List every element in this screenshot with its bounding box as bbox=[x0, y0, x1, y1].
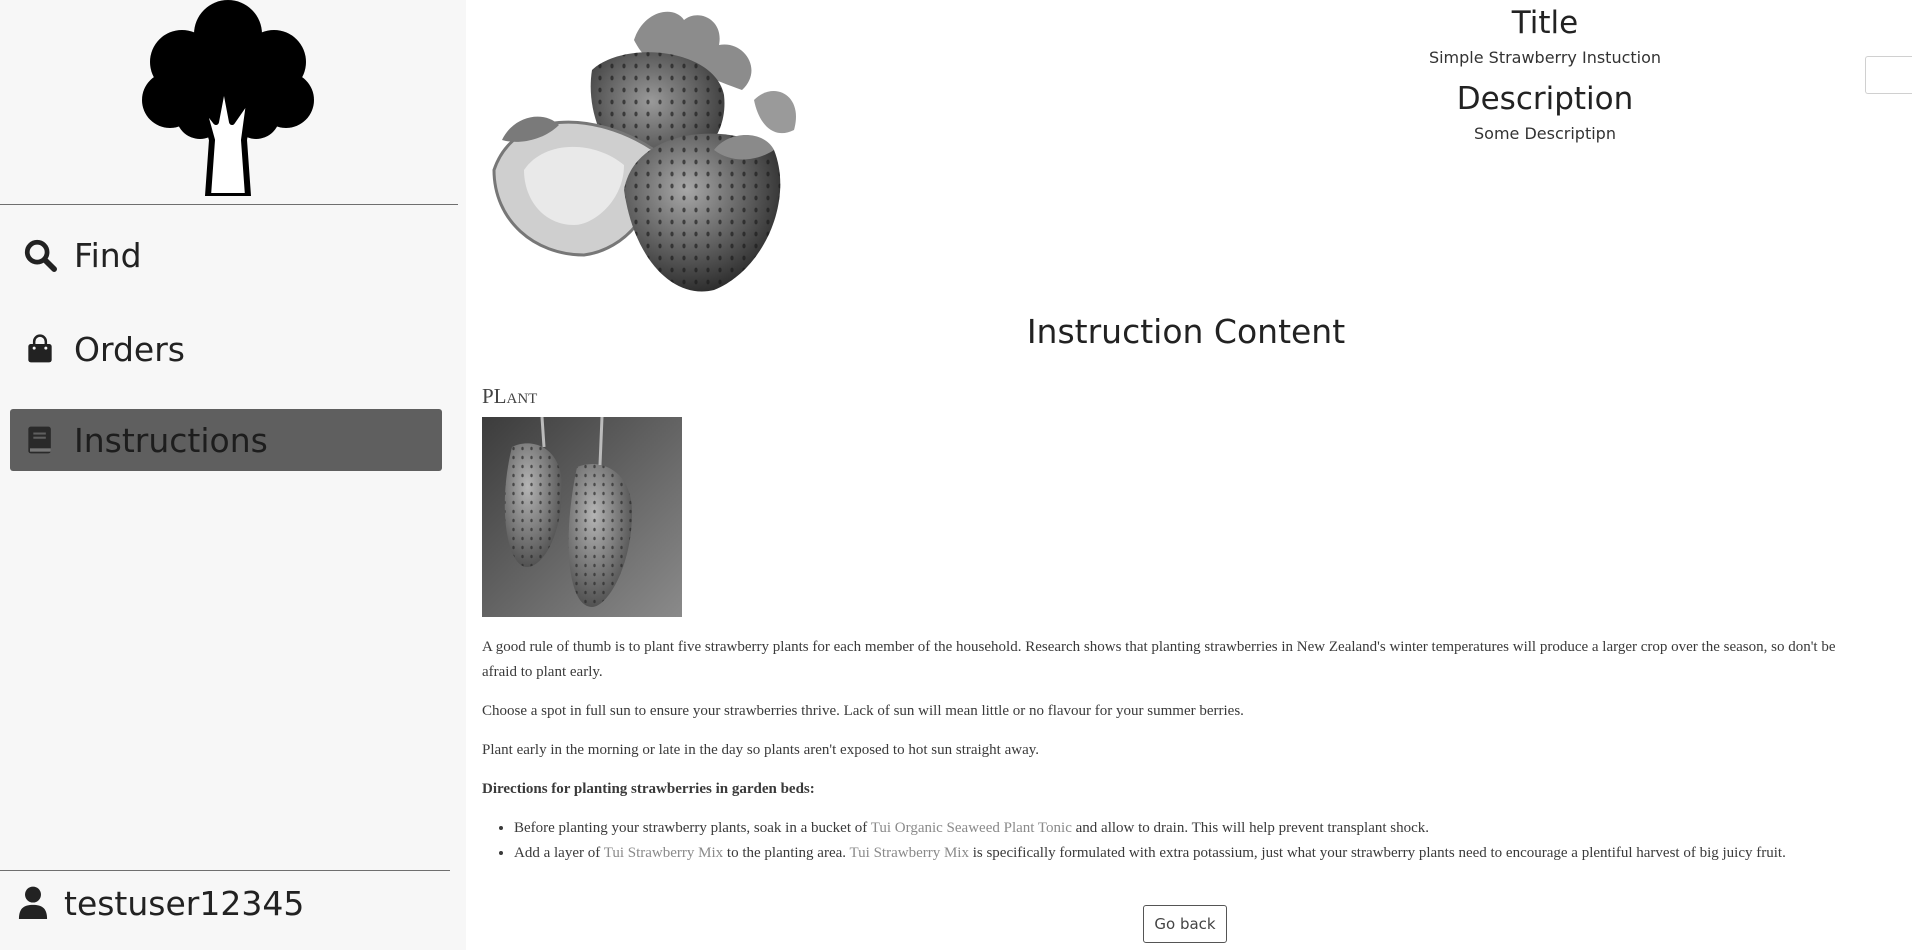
description-label: Description bbox=[1456, 81, 1634, 117]
user-icon bbox=[18, 886, 50, 922]
title-value: Simple Strawberry Instuction bbox=[1428, 48, 1662, 67]
paragraph: Plant early in the morning or late in th… bbox=[482, 742, 1040, 758]
sidebar-item-instructions[interactable]: Instructions bbox=[10, 409, 442, 471]
list-text: Before planting your strawberry plants, … bbox=[514, 820, 871, 836]
sidebar-divider-top bbox=[0, 204, 458, 205]
go-back-button[interactable]: Go back bbox=[1143, 905, 1227, 943]
sidebar-item-label: Find bbox=[74, 235, 142, 275]
section-title: PLant bbox=[482, 384, 538, 408]
title-label: Title bbox=[1511, 5, 1579, 41]
search-icon bbox=[22, 237, 58, 273]
list-text: to the planting area. bbox=[723, 845, 850, 861]
list-text: is specifically formulated with extra po… bbox=[968, 845, 1786, 861]
shopping-bag-icon bbox=[22, 331, 58, 367]
sidebar-divider-bottom bbox=[0, 870, 450, 871]
book-icon bbox=[22, 422, 58, 458]
description-value: Some Descriptipn bbox=[1474, 124, 1616, 143]
paragraph: A good rule of thumb is to plant five st… bbox=[482, 639, 1836, 680]
username: testuser12345 bbox=[64, 884, 305, 923]
instruction-hero-image bbox=[474, 0, 830, 300]
instruction-meta: Title Simple Strawberry Instuction Descr… bbox=[1345, 0, 1745, 144]
product-link[interactable]: Tui Organic Seaweed Plant Tonic bbox=[871, 820, 1072, 836]
list-item: Add a layer of Tui Strawberry Mix to the… bbox=[514, 841, 1866, 866]
directions-heading: Directions for planting strawberries in … bbox=[482, 781, 815, 797]
instruction-content-heading: Instruction Content bbox=[1026, 312, 1346, 351]
sidebar: Find Orders Instructions testuser12345 bbox=[0, 0, 466, 950]
product-link[interactable]: Tui Strawberry Mix bbox=[850, 845, 969, 861]
strawberry-plant-image bbox=[482, 416, 682, 617]
product-link[interactable]: Tui Strawberry Mix bbox=[604, 845, 723, 861]
list-text: and allow to drain. This will help preve… bbox=[1071, 820, 1430, 836]
tree-icon[interactable] bbox=[130, 0, 326, 199]
paragraph: Choose a spot in full sun to ensure your… bbox=[482, 703, 1244, 719]
directions-list: Before planting your strawberry plants, … bbox=[482, 816, 1866, 866]
instruction-content: PLant A good rule of thumb is to plant f… bbox=[482, 380, 1866, 884]
sidebar-item-label: Instructions bbox=[74, 420, 268, 460]
hidden-input-edge[interactable] bbox=[1865, 56, 1912, 94]
sidebar-item-find[interactable]: Find bbox=[10, 224, 442, 286]
list-text: Add a layer of bbox=[514, 845, 604, 861]
sidebar-item-orders[interactable]: Orders bbox=[10, 318, 442, 380]
sidebar-item-label: Orders bbox=[74, 329, 185, 369]
user-profile[interactable]: testuser12345 bbox=[18, 884, 304, 923]
list-item: Before planting your strawberry plants, … bbox=[514, 816, 1866, 841]
